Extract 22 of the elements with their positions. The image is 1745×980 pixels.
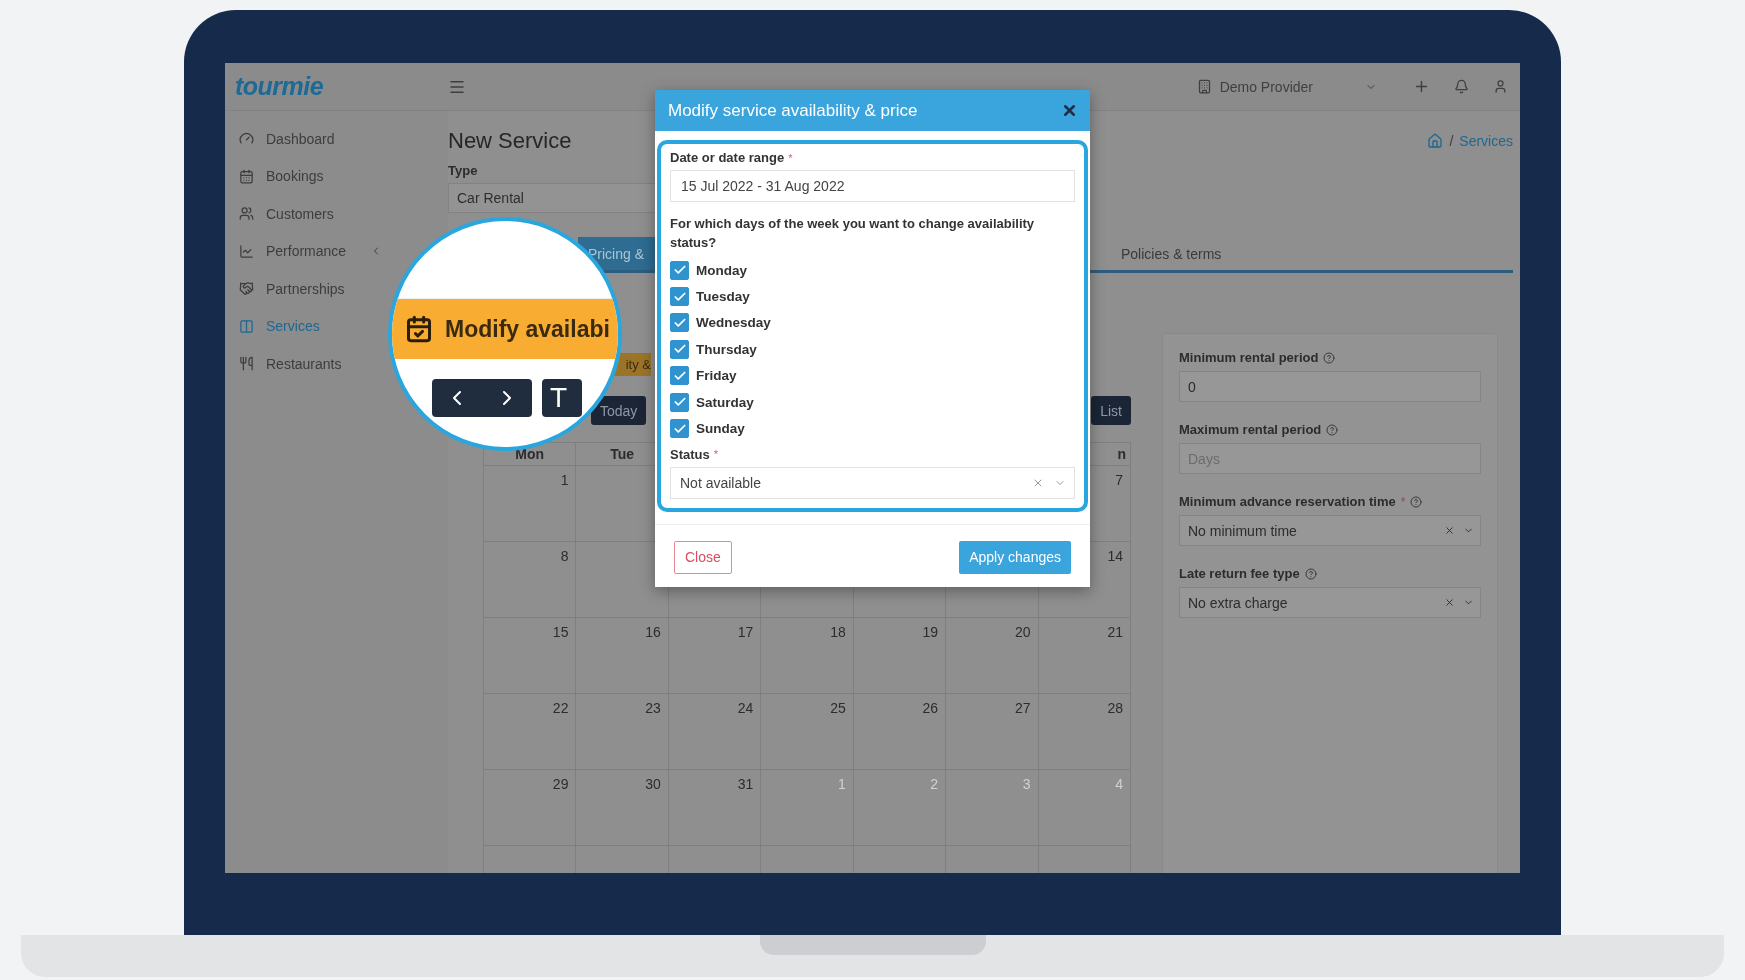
required-mark: * — [788, 151, 793, 164]
checkbox-label: Sunday — [696, 421, 745, 437]
required-mark: * — [713, 448, 718, 461]
checkbox-label: Thursday — [696, 341, 757, 357]
checkbox-label: Monday — [696, 262, 747, 278]
field-label: Maximum rental period — [1179, 422, 1322, 437]
field-label: Late return fee type — [1179, 566, 1300, 581]
breadcrumb-separator: / — [1449, 133, 1454, 149]
field-label: Type — [448, 163, 479, 178]
field-label: Minimum advance reservation time — [1179, 494, 1396, 509]
page-title: New Service — [448, 128, 572, 154]
banner-text: Modify availabi — [445, 315, 610, 343]
checkbox-label: Friday — [696, 368, 737, 384]
field-label: Minimum rental period — [1179, 350, 1319, 365]
required-mark: * — [1400, 494, 1406, 509]
checkbox-label: Tuesday — [696, 289, 750, 305]
checkbox-label: Wednesday — [696, 315, 771, 331]
modal-title: Modify service availability & price — [668, 100, 918, 121]
days-question: For which days of the week you want to change availability status? — [670, 215, 1036, 252]
checkbox-label: Saturday — [696, 394, 754, 410]
field-label: Date or date range — [670, 150, 785, 165]
field-label: Status — [670, 446, 710, 462]
